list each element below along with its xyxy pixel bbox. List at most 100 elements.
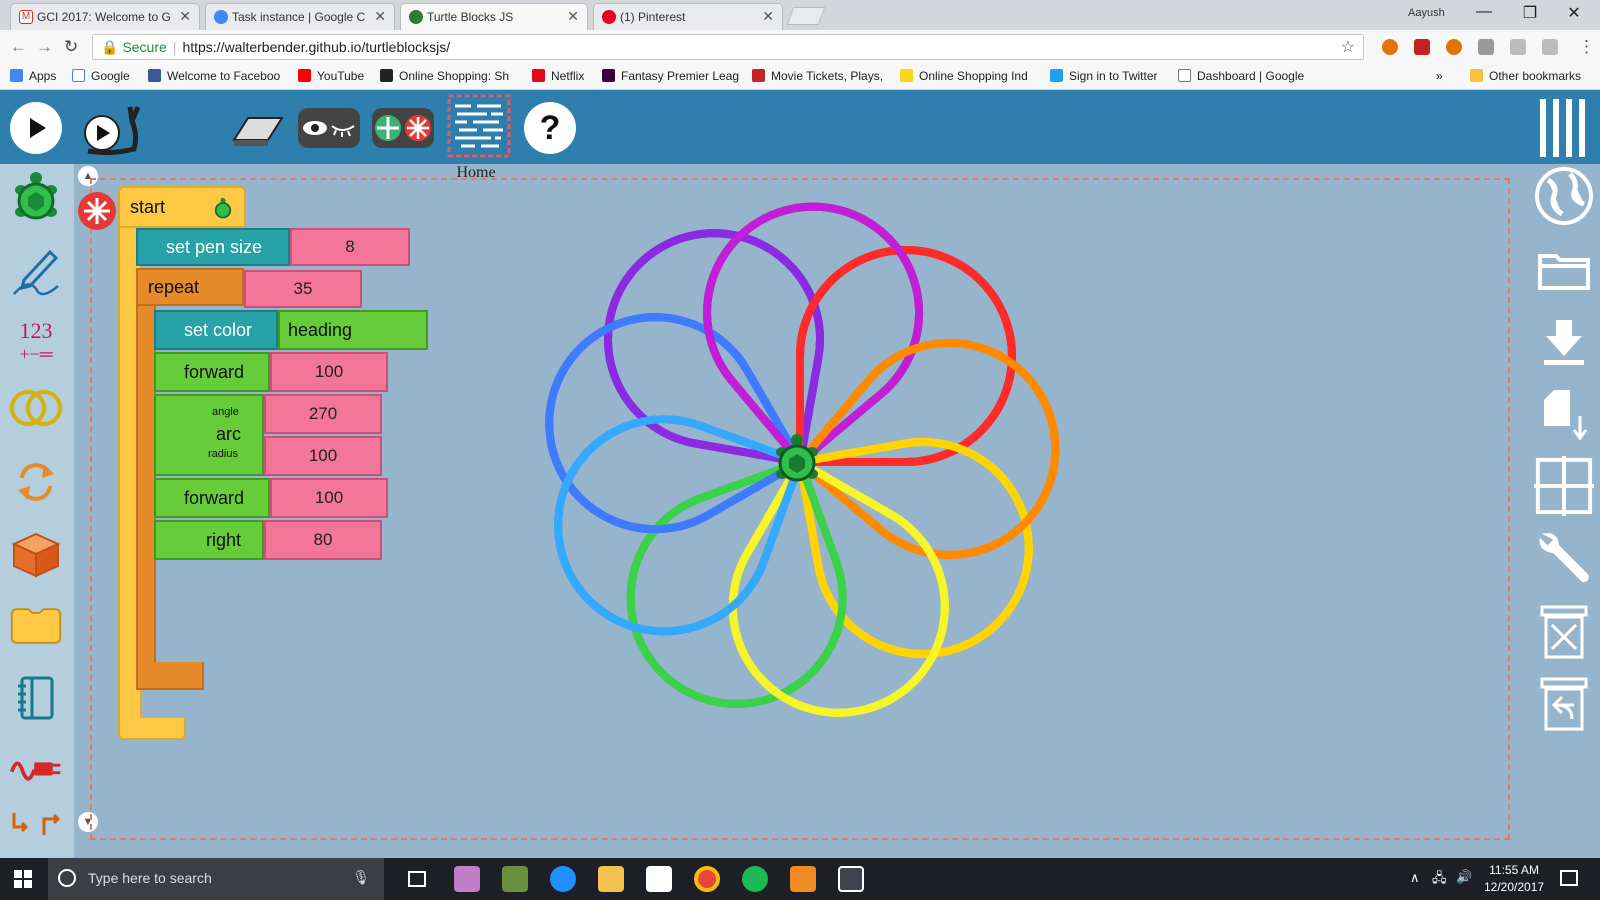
extension-icon[interactable] bbox=[1510, 39, 1526, 55]
run-slow-button[interactable] bbox=[80, 102, 142, 156]
windows-start-icon[interactable] bbox=[14, 870, 32, 888]
forward-block-2[interactable]: forward bbox=[154, 478, 270, 518]
edge-icon[interactable] bbox=[550, 866, 576, 892]
bookmark-online-shopping[interactable]: Online Shopping Ind bbox=[900, 69, 1028, 83]
planet-button[interactable] bbox=[1534, 166, 1594, 226]
merge-button[interactable] bbox=[1534, 386, 1594, 446]
forward-1-value[interactable]: 100 bbox=[270, 352, 388, 392]
collapse-blocks-button[interactable] bbox=[370, 102, 436, 154]
photos-app-icon[interactable] bbox=[454, 866, 480, 892]
palette-turtle[interactable] bbox=[8, 170, 64, 226]
run-button[interactable] bbox=[10, 102, 62, 154]
close-icon[interactable]: ✕ bbox=[567, 8, 579, 25]
tab-task-instance[interactable]: Task instance | Google C ✕ bbox=[205, 3, 395, 30]
extension-icon[interactable] bbox=[1446, 39, 1462, 55]
open-file-button[interactable] bbox=[1534, 240, 1594, 300]
bookmark-twitter[interactable]: Sign in to Twitter bbox=[1050, 69, 1158, 83]
close-icon[interactable]: ✕ bbox=[179, 8, 191, 25]
right-block[interactable]: right bbox=[154, 520, 264, 560]
spotify-icon[interactable] bbox=[742, 866, 768, 892]
vlc-icon[interactable] bbox=[790, 866, 816, 892]
game-app-icon[interactable] bbox=[502, 866, 528, 892]
palette-more[interactable] bbox=[8, 804, 64, 844]
set-pen-size-block[interactable]: set pen size bbox=[136, 228, 290, 266]
bookmark-star-icon[interactable]: ☆ bbox=[1341, 37, 1355, 57]
back-icon[interactable]: ← bbox=[10, 37, 27, 57]
delete-all-button[interactable] bbox=[1534, 602, 1594, 662]
bookmark-facebook[interactable]: Welcome to Faceboo bbox=[148, 69, 280, 83]
extension-icon[interactable] bbox=[1478, 39, 1494, 55]
repeat-count-value[interactable]: 35 bbox=[244, 270, 362, 308]
forward-2-value[interactable]: 100 bbox=[270, 478, 388, 518]
bookmark-google[interactable]: Google bbox=[72, 69, 130, 83]
heading-value-block[interactable]: heading bbox=[278, 310, 428, 350]
notifications-icon[interactable] bbox=[1560, 870, 1578, 886]
chrome-icon[interactable] bbox=[694, 866, 720, 892]
bookmark-apps[interactable]: Apps bbox=[10, 69, 56, 83]
window-close-icon[interactable]: ✕ bbox=[1554, 3, 1594, 23]
clean-button[interactable] bbox=[230, 102, 286, 154]
minimize-icon[interactable]: — bbox=[1464, 3, 1504, 21]
arc-block[interactable]: angle arc radius bbox=[154, 394, 264, 476]
bookmark-movie-tickets[interactable]: Movie Tickets, Plays, bbox=[752, 69, 883, 83]
extension-alert-icon[interactable] bbox=[1382, 39, 1398, 55]
taskbar-clock[interactable]: 11:55 AM 12/20/2017 bbox=[1484, 862, 1544, 896]
store-icon[interactable] bbox=[646, 866, 672, 892]
maximize-icon[interactable]: ❐ bbox=[1510, 3, 1550, 23]
bookmark-dashboard[interactable]: Dashboard | Google bbox=[1178, 69, 1304, 83]
settings-button[interactable] bbox=[1534, 528, 1594, 588]
start-block[interactable]: start bbox=[118, 186, 246, 228]
menu-button[interactable] bbox=[1536, 99, 1592, 157]
tab-gci[interactable]: M GCI 2017: Welcome to G ✕ bbox=[10, 3, 200, 30]
save-button[interactable] bbox=[1534, 312, 1594, 372]
palette-media[interactable] bbox=[8, 670, 64, 726]
app-window-icon[interactable] bbox=[838, 866, 864, 892]
home-button[interactable] bbox=[446, 94, 512, 158]
grid-button[interactable] bbox=[1534, 456, 1594, 516]
bookmark-amazon[interactable]: Online Shopping: Sh bbox=[380, 69, 509, 83]
close-icon[interactable]: ✕ bbox=[374, 8, 386, 25]
bookmark-youtube[interactable]: YouTube bbox=[298, 69, 364, 83]
palette-flow[interactable] bbox=[8, 454, 64, 510]
set-color-block[interactable]: set color bbox=[154, 310, 278, 350]
network-icon[interactable]: 🖧 bbox=[1432, 869, 1447, 891]
bookmark-other[interactable]: Other bookmarks bbox=[1470, 69, 1581, 83]
microphone-icon[interactable]: 🎙 bbox=[352, 869, 370, 886]
forward-block-1[interactable]: forward bbox=[154, 352, 270, 392]
palette-pen[interactable] bbox=[8, 244, 64, 300]
forward-icon[interactable]: → bbox=[36, 37, 53, 57]
arc-radius-value[interactable]: 100 bbox=[264, 436, 382, 476]
bookmark-netflix[interactable]: Netflix bbox=[532, 69, 584, 83]
close-icon[interactable]: ✕ bbox=[762, 8, 774, 25]
drawn-loop bbox=[796, 338, 1060, 559]
palette-box[interactable] bbox=[8, 526, 64, 582]
profile-name[interactable]: Aayush bbox=[1408, 7, 1445, 19]
arc-angle-value[interactable]: 270 bbox=[264, 394, 382, 434]
tab-turtle-blocks[interactable]: Turtle Blocks JS ✕ bbox=[400, 3, 588, 30]
menu-kebab-icon[interactable]: ⋮ bbox=[1578, 37, 1595, 57]
hide-blocks-button[interactable] bbox=[296, 102, 362, 154]
right-angle-value[interactable]: 80 bbox=[264, 520, 382, 560]
tray-chevron-icon[interactable]: ∧ bbox=[1410, 870, 1420, 886]
collapse-stack-icon[interactable] bbox=[76, 190, 118, 232]
palette-boolean[interactable] bbox=[8, 380, 64, 436]
task-view-icon[interactable] bbox=[408, 871, 426, 887]
file-explorer-icon[interactable] bbox=[598, 866, 624, 892]
taskbar-search[interactable]: Type here to search 🎙 bbox=[48, 858, 384, 900]
tab-pinterest[interactable]: (1) Pinterest ✕ bbox=[593, 3, 783, 30]
palette-action[interactable] bbox=[8, 598, 64, 654]
repeat-block[interactable]: repeat bbox=[136, 268, 244, 306]
restore-button[interactable] bbox=[1534, 674, 1594, 734]
address-bar[interactable]: 🔒 Secure | https://walterbender.github.io/t… bbox=[92, 34, 1364, 60]
reload-icon[interactable]: ↻ bbox=[64, 37, 78, 57]
more-bookmarks-icon[interactable]: » bbox=[1436, 69, 1443, 83]
extension-icon[interactable] bbox=[1542, 39, 1558, 55]
palette-extras[interactable] bbox=[8, 740, 64, 796]
new-tab-button[interactable] bbox=[786, 7, 826, 25]
extension-video-icon[interactable] bbox=[1414, 39, 1430, 55]
bookmark-fantasy-premier[interactable]: Fantasy Premier Leag bbox=[602, 69, 739, 83]
help-button[interactable]: ? bbox=[524, 102, 576, 154]
pen-size-value[interactable]: 8 bbox=[290, 228, 410, 266]
volume-icon[interactable]: 🔊 bbox=[1456, 869, 1472, 885]
palette-number[interactable]: 123 +−═ bbox=[8, 314, 64, 370]
